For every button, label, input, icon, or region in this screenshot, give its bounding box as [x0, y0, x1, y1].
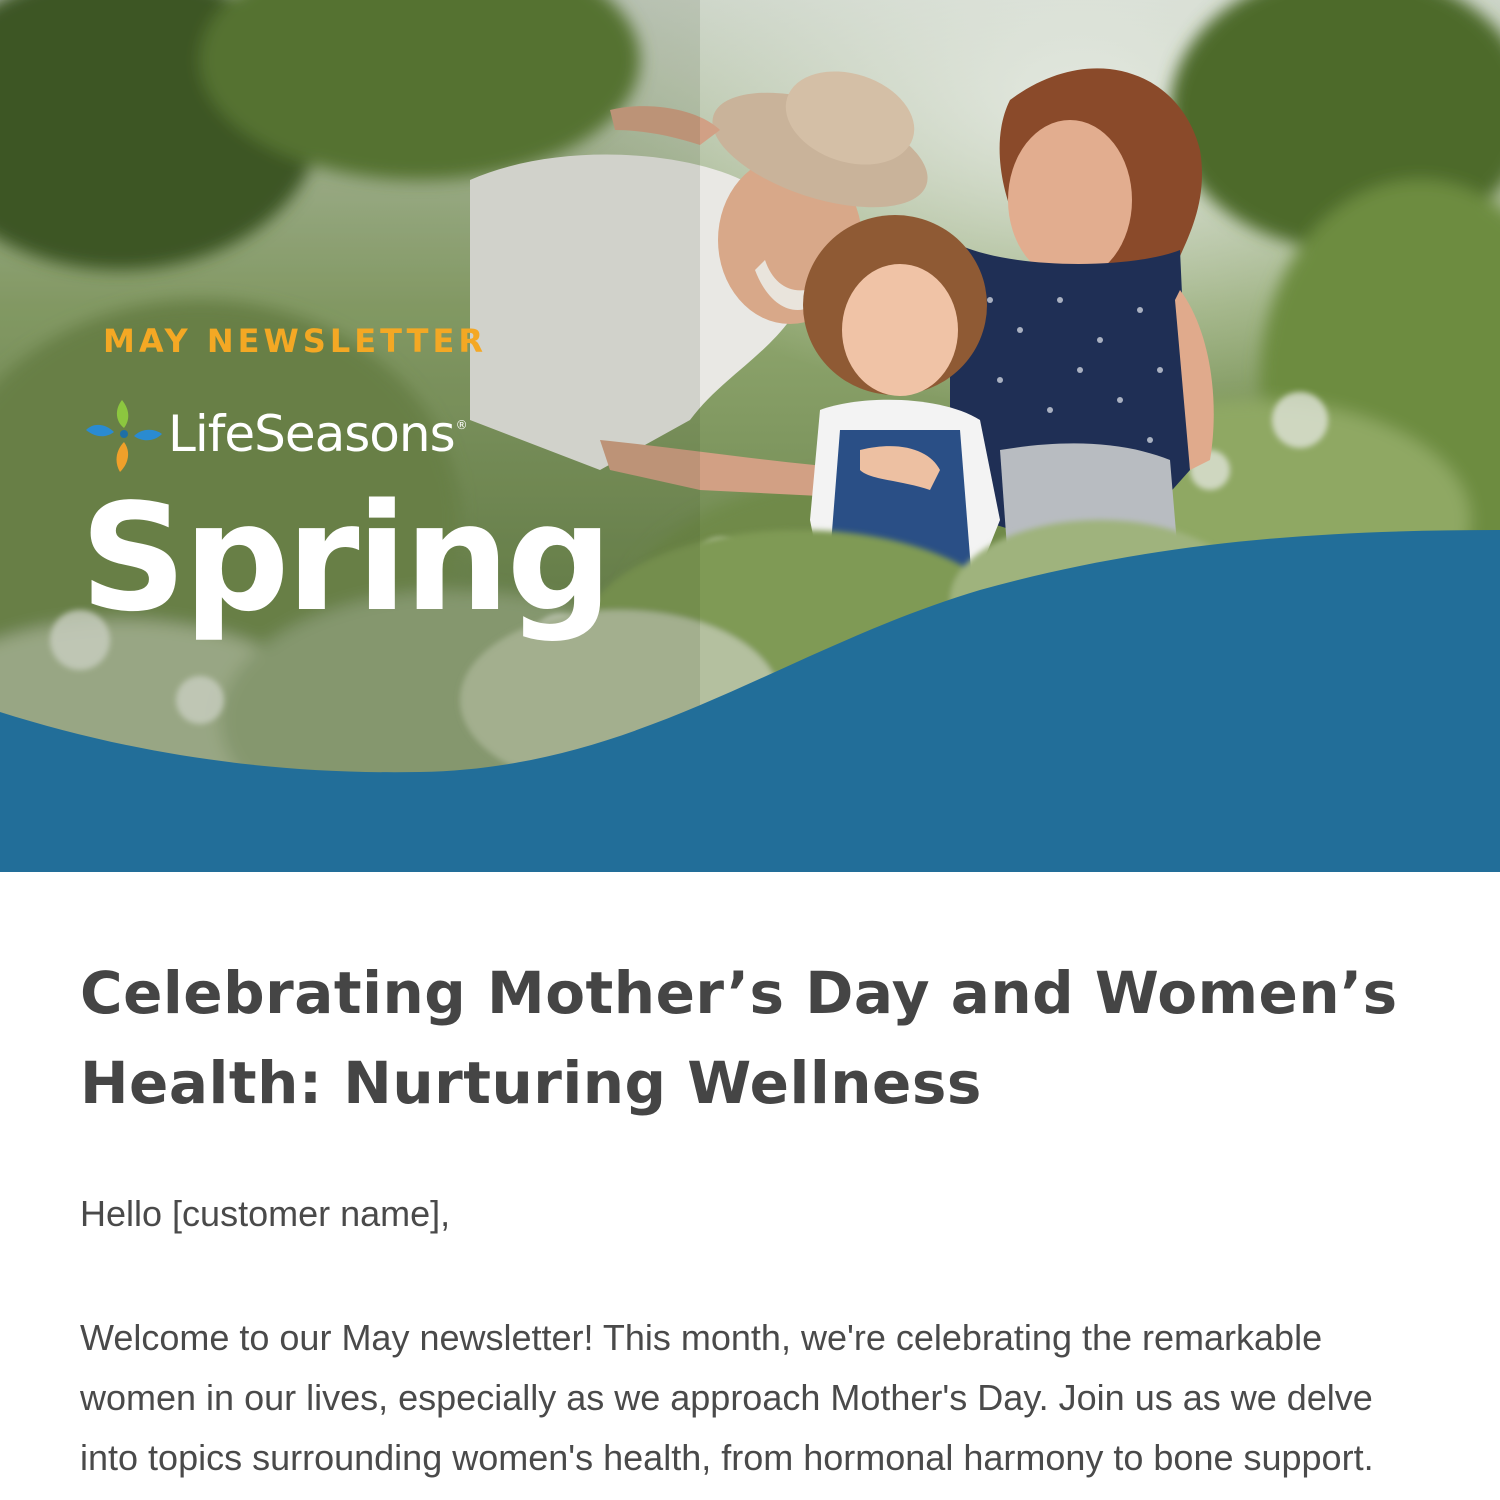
- brand-wordmark: LifeSeasons: [168, 405, 456, 463]
- lifeseasons-leaf-icon: [86, 400, 162, 472]
- newsletter-eyebrow: MAY NEWSLETTER: [103, 322, 487, 360]
- article-headline: Celebrating Mother’s Day and Women’s Hea…: [80, 959, 1398, 1117]
- greeting-text: Hello [customer name],: [80, 1193, 451, 1234]
- article-body: Celebrating Mother’s Day and Women’s Hea…: [80, 872, 1430, 1500]
- lifeseasons-logo[interactable]: LifeSeasons ®: [84, 392, 468, 476]
- season-title: Spring: [80, 472, 613, 644]
- intro-paragraph: Welcome to our May newsletter! This mont…: [80, 1317, 1374, 1500]
- registered-mark: ®: [455, 418, 468, 432]
- hero-banner: MAY NEWSLETTER LifeSeasons ® Spring: [0, 0, 1500, 872]
- newsletter-page: MAY NEWSLETTER LifeSeasons ® Spring Cele…: [0, 0, 1500, 1500]
